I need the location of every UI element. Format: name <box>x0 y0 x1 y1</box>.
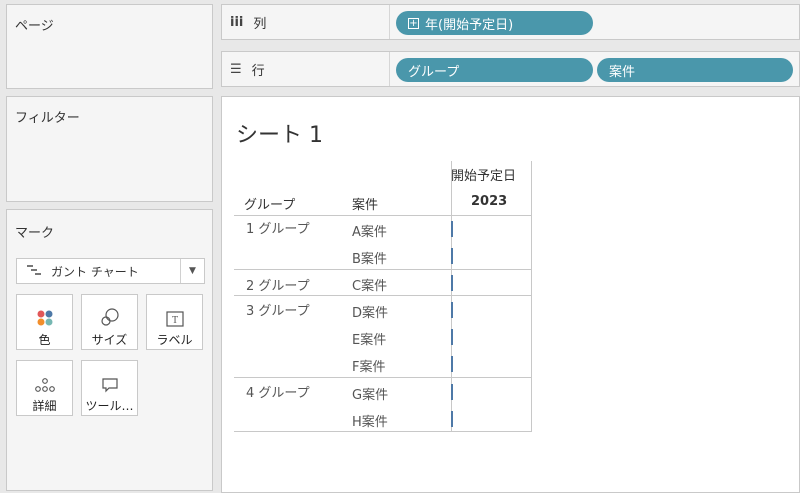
color-button[interactable]: 色 <box>16 294 73 350</box>
gantt-bar[interactable] <box>451 275 453 291</box>
pill-case-label: 案件 <box>609 64 636 80</box>
gantt-bar[interactable] <box>451 356 453 372</box>
mark-type-dropdown[interactable]: ガント チャート ▼ <box>16 258 205 284</box>
tooltip-icon <box>101 367 119 393</box>
rows-shelf-label: ☰ 行 <box>222 52 390 86</box>
gantt-bar[interactable] <box>451 221 453 237</box>
color-label: 色 <box>38 333 51 347</box>
columns-shelf-label: iii 列 <box>222 5 390 39</box>
gantt-chart-icon <box>27 264 43 279</box>
row-group-3: 3 グループ <box>246 304 310 319</box>
row-case-b: B案件 <box>352 252 387 267</box>
body-right-edge <box>531 215 532 431</box>
header-case: 案件 <box>352 198 379 213</box>
tableau-workspace: ページ フィルター マーク ガント チャート ▼ 色 サイズ T ラベル 詳細 … <box>0 0 800 493</box>
rows-shelf[interactable]: ☰ 行 グループ 案件 <box>221 51 800 87</box>
table-bottom-line <box>234 431 532 432</box>
gantt-bar[interactable] <box>451 329 453 345</box>
size-label: サイズ <box>91 333 128 347</box>
pill-group[interactable]: グループ <box>396 58 593 82</box>
label-button[interactable]: T ラベル <box>146 294 203 350</box>
header-year: 2023 <box>471 194 508 209</box>
tooltip-button[interactable]: ツール… <box>81 360 138 416</box>
pages-card[interactable]: ページ <box>6 4 213 89</box>
columns-icon: iii <box>230 14 244 30</box>
group-separator <box>234 295 532 296</box>
row-case-c: C案件 <box>352 279 388 294</box>
gantt-bar[interactable] <box>451 411 453 427</box>
row-case-h: H案件 <box>352 415 388 430</box>
header-group: グループ <box>244 198 296 213</box>
pill-group-label: グループ <box>408 64 460 80</box>
gantt-bar[interactable] <box>451 248 453 264</box>
header-bottom-line <box>234 215 532 216</box>
row-case-e: E案件 <box>352 333 387 348</box>
columns-shelf[interactable]: iii 列 + 年(開始予定日) <box>221 4 800 40</box>
rows-icon: ☰ <box>230 61 242 77</box>
crosstab: 開始予定日 2023 グループ 案件 1 グループ A案件 B案件 2 グループ… <box>222 97 800 493</box>
svg-text:T: T <box>171 315 177 326</box>
header-start-date: 開始予定日 <box>451 169 517 184</box>
marks-card: マーク ガント チャート ▼ 色 サイズ T ラベル 詳細 ツール… <box>6 209 213 491</box>
detail-label: 詳細 <box>32 399 57 413</box>
row-case-d: D案件 <box>352 306 389 321</box>
filters-title: フィルター <box>15 111 80 126</box>
pill-case[interactable]: 案件 <box>597 58 793 82</box>
detail-icon <box>34 367 56 393</box>
worksheet-view: シート 1 開始予定日 2023 グループ 案件 1 グループ A案件 B案件 … <box>221 96 800 493</box>
size-button[interactable]: サイズ <box>81 294 138 350</box>
row-group-4: 4 グループ <box>246 386 310 401</box>
pill-year-start-date[interactable]: + 年(開始予定日) <box>396 11 593 35</box>
header-divider-right <box>531 161 532 215</box>
size-icon <box>100 301 120 327</box>
gantt-bar[interactable] <box>451 302 453 318</box>
expand-plus-icon[interactable]: + <box>408 17 419 29</box>
mark-type-label: ガント チャート <box>51 264 139 279</box>
columns-label: 列 <box>253 16 267 32</box>
filters-card[interactable]: フィルター <box>6 96 213 202</box>
chevron-down-icon[interactable]: ▼ <box>180 259 204 283</box>
row-case-g: G案件 <box>352 388 389 403</box>
pages-title: ページ <box>15 19 54 34</box>
tooltip-label: ツール… <box>85 399 134 413</box>
detail-button[interactable]: 詳細 <box>16 360 73 416</box>
marks-title: マーク <box>15 226 55 241</box>
color-icon <box>36 301 54 327</box>
pill-year-start-date-label: 年(開始予定日) <box>425 17 514 33</box>
header-divider-left <box>451 161 452 215</box>
row-group-1: 1 グループ <box>246 222 310 237</box>
rows-label: 行 <box>251 63 265 79</box>
group-separator <box>234 269 532 270</box>
row-case-f: F案件 <box>352 360 386 375</box>
row-case-a: A案件 <box>352 225 387 240</box>
gantt-bar[interactable] <box>451 384 453 400</box>
row-group-2: 2 グループ <box>246 279 310 294</box>
group-separator <box>234 377 532 378</box>
text-label-icon: T <box>165 301 184 327</box>
label-label: ラベル <box>156 333 193 347</box>
